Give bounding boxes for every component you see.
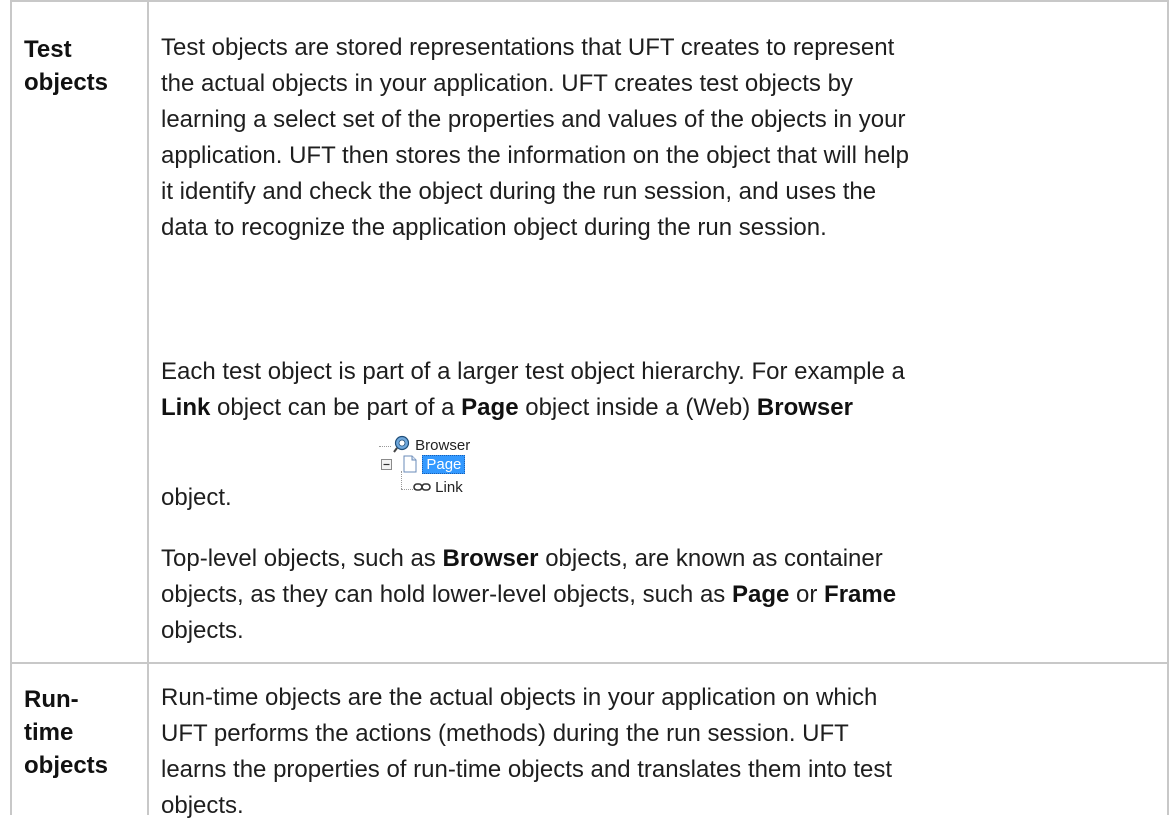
- text-line: application. UFT then stores the informa…: [161, 142, 909, 169]
- tree-label-page: Page: [422, 455, 466, 474]
- bold-term-browser: Browser: [442, 545, 539, 572]
- object-hierarchy-image: Browser Page Link: [375, 435, 495, 509]
- definition-paragraph: Test objects are stored representations …: [161, 30, 1161, 246]
- text-line: objects, as they can hold lower-level ob…: [161, 577, 1161, 613]
- text-line: UFT performs the actions (methods) durin…: [161, 720, 849, 747]
- bold-term-page: Page: [461, 394, 519, 421]
- bold-term-frame: Frame: [824, 581, 897, 608]
- tree-node-link: Link: [413, 478, 463, 498]
- table-row-test-objects: Test objects Test objects are stored rep…: [10, 0, 1169, 664]
- text-line: it identify and check the object during …: [161, 178, 877, 205]
- table-row-run-time-objects: Run- time objects Run-time objects are t…: [10, 662, 1169, 819]
- term-line: Test: [24, 36, 72, 63]
- text-run: object can be part of a: [210, 394, 462, 421]
- text-line: Test objects are stored representations …: [161, 34, 895, 61]
- tree-connector: [379, 446, 391, 447]
- collapse-minus-icon: [381, 459, 392, 470]
- text-line: Run-time objects are the actual objects …: [161, 684, 878, 711]
- text-run: objects, are known as container: [538, 545, 883, 572]
- text-run: object inside a (Web): [518, 394, 757, 421]
- text-line: learns the properties of run-time object…: [161, 756, 893, 783]
- text-line: Each test object is part of a larger tes…: [161, 358, 905, 385]
- object-word: object.: [161, 484, 232, 511]
- tree-label-browser: Browser: [415, 437, 471, 454]
- bold-term-link: Link: [161, 394, 211, 421]
- hierarchy-paragraph: Each test object is part of a larger tes…: [161, 354, 1161, 426]
- text-line: learning a select set of the properties …: [161, 106, 906, 133]
- text-line: data to recognize the application object…: [161, 214, 827, 241]
- container-paragraph: Top-level objects, such as Browser objec…: [161, 541, 1161, 649]
- term-label: Run- time objects: [24, 683, 108, 782]
- tree-label-link: Link: [435, 479, 463, 496]
- link-chain-icon: [413, 483, 431, 491]
- text-line: Link object can be part of a Page object…: [161, 390, 1161, 426]
- text-line: Top-level objects, such as Browser objec…: [161, 541, 1161, 577]
- text-line: objects.: [161, 617, 244, 644]
- term-line: Run-: [24, 686, 79, 713]
- text-run: Top-level objects, such as: [161, 545, 443, 572]
- browser-globe-icon: [393, 435, 410, 453]
- term-line: time: [24, 719, 74, 746]
- term-line: objects: [24, 69, 109, 96]
- definition-cell: Test objects are stored representations …: [149, 2, 1167, 662]
- term-label: Test objects: [24, 33, 108, 99]
- text-run: objects, as they can hold lower-level ob…: [161, 581, 732, 608]
- term-cell: Run- time objects: [12, 662, 149, 815]
- definitions-table: Test objects Test objects are stored rep…: [10, 0, 1169, 819]
- definition-cell: Run-time objects are the actual objects …: [149, 662, 1167, 819]
- term-cell: Test objects: [12, 2, 149, 662]
- page-document-icon: [403, 455, 417, 473]
- tree-node-browser: Browser: [393, 435, 470, 455]
- text-run: or: [789, 581, 825, 608]
- definition-paragraph: Run-time objects are the actual objects …: [161, 680, 1161, 824]
- text-line: the actual objects in your application. …: [161, 70, 853, 97]
- text-line: objects.: [161, 792, 244, 819]
- bold-term-page: Page: [731, 581, 790, 608]
- tree-node-page: Page: [381, 455, 466, 475]
- term-line: objects: [24, 752, 109, 779]
- bold-term-browser: Browser: [756, 394, 853, 421]
